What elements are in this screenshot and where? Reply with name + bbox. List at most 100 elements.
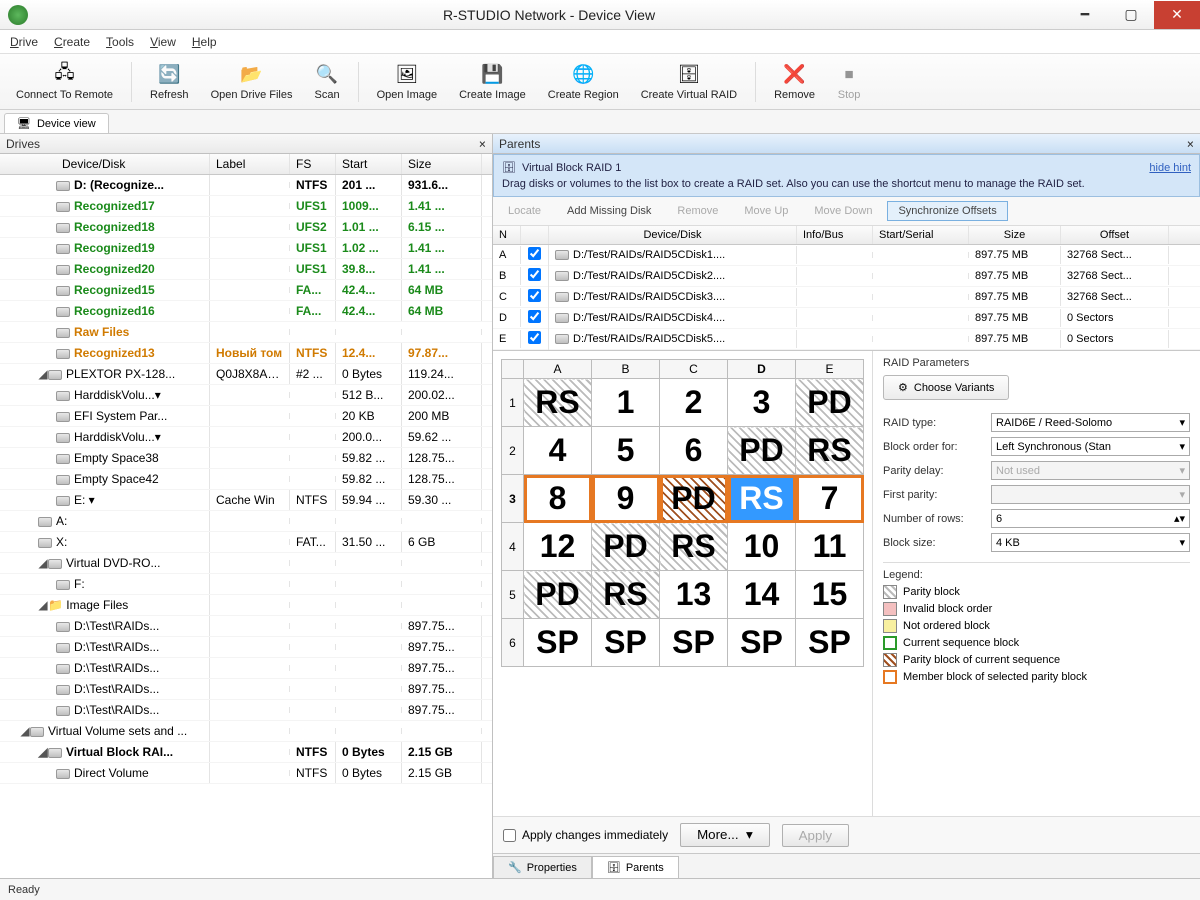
tab-parents[interactable]: 🗄 Parents <box>592 856 679 878</box>
raid-cell[interactable]: 4 <box>524 427 592 475</box>
parent-row[interactable]: ED:/Test/RAIDs/RAID5CDisk5....897.75 MB0… <box>493 329 1200 350</box>
toolbar-open-image[interactable]: 🖼Open Image <box>369 61 446 103</box>
more-button[interactable]: More... ▾ <box>680 823 770 847</box>
drive-row[interactable]: A: <box>0 511 492 532</box>
drive-row[interactable]: Recognized16FA...42.4...64 MB <box>0 301 492 322</box>
toolbar-create-image[interactable]: 💾Create Image <box>451 61 534 103</box>
drive-row[interactable]: ◢📁 Image Files <box>0 595 492 616</box>
hide-hint-link[interactable]: hide hint <box>1149 162 1191 174</box>
menu-help[interactable]: Help <box>192 35 217 49</box>
raid-cell[interactable]: RS <box>592 571 660 619</box>
raid-grid[interactable]: ABCDE1RS123PD2456PDRS389PDRS7412PDRS1011… <box>493 351 872 816</box>
parent-checkbox[interactable] <box>528 289 541 302</box>
drive-row[interactable]: F: <box>0 574 492 595</box>
close-button[interactable]: ✕ <box>1154 1 1200 29</box>
raid-cell[interactable]: 3 <box>728 379 796 427</box>
toolbar-scan[interactable]: 🔍Scan <box>306 61 347 103</box>
drives-close-icon[interactable]: × <box>479 137 486 151</box>
drive-row[interactable]: D:\Test\RAIDs...897.75... <box>0 658 492 679</box>
toolbar-stop[interactable]: ⏹Stop <box>829 61 869 103</box>
parent-row[interactable]: BD:/Test/RAIDs/RAID5CDisk2....897.75 MB3… <box>493 266 1200 287</box>
drive-row[interactable]: D:\Test\RAIDs...897.75... <box>0 616 492 637</box>
apply-immediately-checkbox[interactable]: Apply changes immediately <box>503 828 668 842</box>
btn-add-missing-disk[interactable]: Add Missing Disk <box>556 201 662 221</box>
menu-create[interactable]: Create <box>54 35 90 49</box>
raid-cell[interactable]: 14 <box>728 571 796 619</box>
raid-cell[interactable]: RS <box>796 427 864 475</box>
drive-row[interactable]: Recognized20UFS139.8...1.41 ... <box>0 259 492 280</box>
minimize-button[interactable]: ━ <box>1062 1 1108 29</box>
raid-cell[interactable]: 1 <box>592 379 660 427</box>
toolbar-remove[interactable]: ❌Remove <box>766 61 823 103</box>
toolbar-open-drive-files[interactable]: 📂Open Drive Files <box>203 61 301 103</box>
param-select[interactable]: 6▴▾ <box>991 509 1190 528</box>
toolbar-create-region[interactable]: 🌐Create Region <box>540 61 627 103</box>
drive-row[interactable]: E: ▾Cache WinNTFS59.94 ...59.30 ... <box>0 490 492 511</box>
pcol-start[interactable]: Start/Serial <box>873 226 969 244</box>
apply-button[interactable]: Apply <box>782 824 849 847</box>
raid-cell[interactable]: PD <box>524 571 592 619</box>
pcol-off[interactable]: Offset <box>1061 226 1169 244</box>
raid-cell[interactable]: SP <box>524 619 592 667</box>
menu-tools[interactable]: Tools <box>106 35 134 49</box>
menu-drive[interactable]: Drive <box>10 35 38 49</box>
raid-cell[interactable]: SP <box>660 619 728 667</box>
parent-row[interactable]: DD:/Test/RAIDs/RAID5CDisk4....897.75 MB0… <box>493 308 1200 329</box>
raid-cell[interactable]: 7 <box>796 475 864 523</box>
raid-cell[interactable]: SP <box>796 619 864 667</box>
raid-cell[interactable]: RS <box>728 475 796 523</box>
drive-row[interactable]: D:\Test\RAIDs...897.75... <box>0 637 492 658</box>
param-select[interactable]: 4 KB▾ <box>991 533 1190 552</box>
raid-cell[interactable]: 13 <box>660 571 728 619</box>
drive-row[interactable]: D:\Test\RAIDs...897.75... <box>0 679 492 700</box>
parents-close-icon[interactable]: × <box>1187 137 1194 151</box>
menu-view[interactable]: View <box>150 35 176 49</box>
toolbar-refresh[interactable]: 🔄Refresh <box>142 61 197 103</box>
pcol-n[interactable]: N <box>493 226 521 244</box>
raid-cell[interactable]: RS <box>524 379 592 427</box>
col-device[interactable]: Device/Disk <box>0 154 210 174</box>
raid-cell[interactable]: SP <box>592 619 660 667</box>
drive-row[interactable]: Empty Space3859.82 ...128.75... <box>0 448 492 469</box>
raid-cell[interactable]: PD <box>728 427 796 475</box>
col-fs[interactable]: FS <box>290 154 336 174</box>
raid-cell[interactable]: RS <box>660 523 728 571</box>
raid-cell[interactable]: 6 <box>660 427 728 475</box>
raid-cell[interactable]: PD <box>592 523 660 571</box>
drive-row[interactable]: D: (Recognize...NTFS201 ...931.6... <box>0 175 492 196</box>
parent-row[interactable]: AD:/Test/RAIDs/RAID5CDisk1....897.75 MB3… <box>493 245 1200 266</box>
toolbar-connect-to-remote[interactable]: 🖧Connect To Remote <box>8 61 121 103</box>
btn-synchronize-offsets[interactable]: Synchronize Offsets <box>887 201 1007 221</box>
parent-row[interactable]: CD:/Test/RAIDs/RAID5CDisk3....897.75 MB3… <box>493 287 1200 308</box>
drive-row[interactable]: Recognized19UFS11.02 ...1.41 ... <box>0 238 492 259</box>
raid-cell[interactable]: 9 <box>592 475 660 523</box>
pcol-chk[interactable] <box>521 226 549 244</box>
parent-checkbox[interactable] <box>528 331 541 344</box>
drive-row[interactable]: EFI System Par...20 KB200 MB <box>0 406 492 427</box>
drive-row[interactable]: Recognized17UFS11009...1.41 ... <box>0 196 492 217</box>
drive-row[interactable]: Recognized18UFS21.01 ...6.15 ... <box>0 217 492 238</box>
parent-checkbox[interactable] <box>528 247 541 260</box>
drive-row[interactable]: Recognized13Новый томNTFS12.4...97.87... <box>0 343 492 364</box>
drives-table[interactable]: Device/Disk Label FS Start Size D: (Reco… <box>0 154 492 878</box>
drive-row[interactable]: HarddiskVolu...▾200.0...59.62 ... <box>0 427 492 448</box>
toolbar-create-virtual-raid[interactable]: 🗄Create Virtual RAID <box>633 61 745 103</box>
col-size[interactable]: Size <box>402 154 482 174</box>
drive-row[interactable]: D:\Test\RAIDs...897.75... <box>0 700 492 721</box>
param-select[interactable]: RAID6E / Reed-Solomo▾ <box>991 413 1190 432</box>
pcol-dev[interactable]: Device/Disk <box>549 226 797 244</box>
raid-cell[interactable]: 12 <box>524 523 592 571</box>
parent-checkbox[interactable] <box>528 310 541 323</box>
raid-cell[interactable]: 2 <box>660 379 728 427</box>
parent-checkbox[interactable] <box>528 268 541 281</box>
choose-variants-button[interactable]: ⚙ Choose Variants <box>883 375 1009 400</box>
raid-cell[interactable]: 10 <box>728 523 796 571</box>
drive-row[interactable]: Recognized15FA...42.4...64 MB <box>0 280 492 301</box>
raid-cell[interactable]: 8 <box>524 475 592 523</box>
raid-cell[interactable]: 11 <box>796 523 864 571</box>
drive-row[interactable]: Direct VolumeNTFS0 Bytes2.15 GB <box>0 763 492 784</box>
raid-cell[interactable]: 5 <box>592 427 660 475</box>
drive-row[interactable]: Raw Files <box>0 322 492 343</box>
col-start[interactable]: Start <box>336 154 402 174</box>
pcol-size[interactable]: Size <box>969 226 1061 244</box>
